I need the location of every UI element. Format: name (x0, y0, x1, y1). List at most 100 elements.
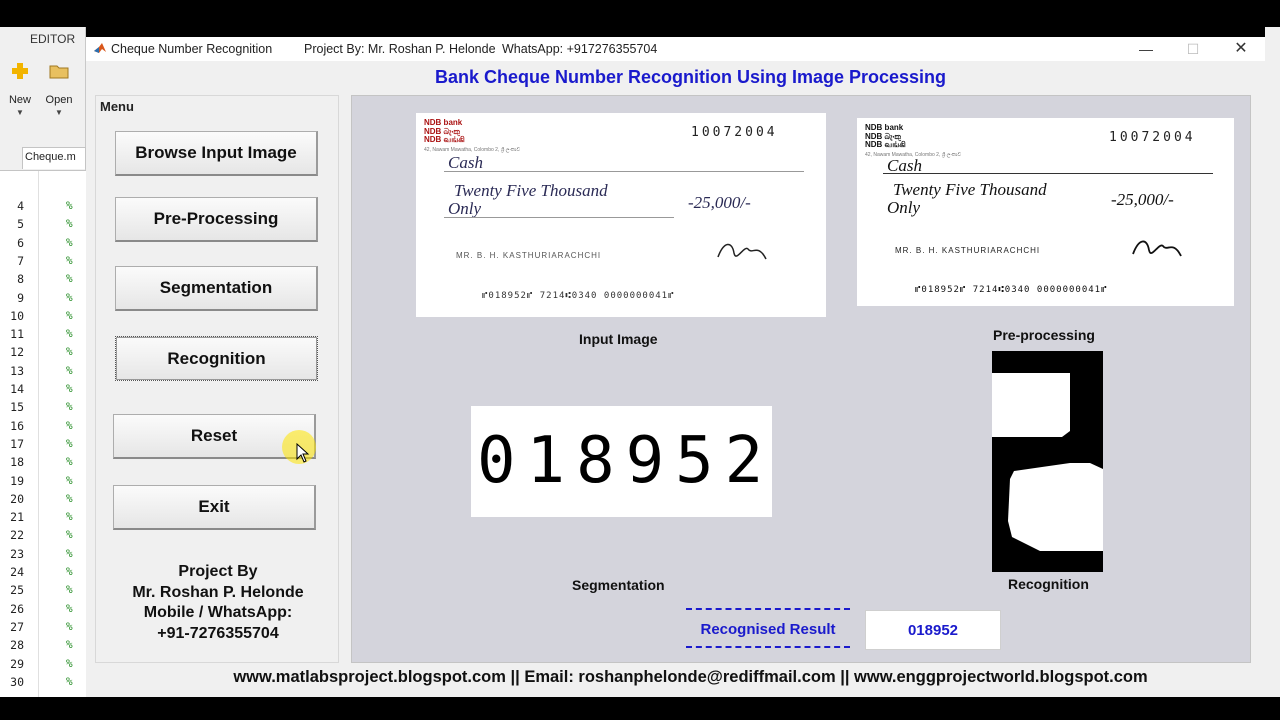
segmentation-button[interactable]: Segmentation (115, 266, 318, 311)
code-comment[interactable]: % (66, 638, 73, 651)
signature-image (717, 243, 767, 260)
chevron-down-icon: ▼ (16, 108, 24, 117)
gutter-divider (38, 171, 39, 697)
folder-icon (49, 65, 69, 79)
cheque-micr-line: ⑈018952⑈ 7214⑆0340 0000000041⑈ (482, 291, 675, 301)
code-comment[interactable]: % (66, 583, 73, 596)
recognition-button[interactable]: Recognition (115, 336, 318, 381)
cheque-amount: -25,000/- (688, 193, 751, 212)
line-number: 8 (17, 272, 24, 287)
line-number: 13 (10, 363, 24, 378)
line-number: 25 (10, 583, 24, 598)
line-number: 11 (10, 327, 24, 342)
new-label: New (8, 94, 31, 106)
code-comment[interactable]: % (66, 455, 73, 468)
cheque-account-name: MR. B. H. KASTHURIARACHCHI (895, 246, 1041, 255)
menu-title: Menu (100, 99, 134, 114)
code-comment[interactable]: % (66, 236, 73, 249)
code-comment[interactable]: % (66, 602, 73, 615)
code-comment[interactable]: % (66, 291, 73, 304)
line-number: 21 (10, 510, 24, 525)
code-comment[interactable]: % (66, 492, 73, 505)
cheque-date: 10072004 (1109, 130, 1196, 145)
code-comment[interactable]: % (66, 199, 73, 212)
screen: EDITOR New ▼ Open ▼ Cheque.m 4% 5% 6% 7% 8% 9… (0, 0, 1280, 720)
code-comment[interactable]: % (66, 675, 73, 688)
code-comment[interactable]: % (66, 345, 73, 358)
line-number: 16 (10, 418, 24, 433)
close-button[interactable]: ✕ (1226, 39, 1256, 59)
window-titlebar[interactable]: Cheque Number Recognition Project By: Mr… (86, 37, 1265, 61)
code-gutter: 4% 5% 6% 7% 8% 9% 10% 11% 12% 13% 14% 15% 16% 17% 18% 1… (0, 170, 86, 697)
credit-line: Mr. Roshan P. Helonde (132, 583, 304, 601)
line-number: 30 (10, 674, 24, 689)
code-comment[interactable]: % (66, 327, 73, 340)
code-comment[interactable]: % (66, 510, 73, 523)
preprocessing-caption: Pre-processing (993, 327, 1095, 343)
window-title: Cheque Number Recognition (111, 42, 273, 56)
cheque-micr-line: ⑈018952⑈ 7214⑆0340 0000000041⑈ (915, 285, 1108, 295)
code-comment[interactable]: % (66, 565, 73, 578)
code-comment[interactable]: % (66, 272, 73, 285)
code-comment[interactable]: % (66, 382, 73, 395)
line-number: 6 (17, 235, 24, 250)
figure-window: Cheque Number Recognition Project By: Mr… (86, 37, 1265, 697)
code-comment[interactable]: % (66, 474, 73, 487)
window-whatsapp: WhatsApp: +917276355704 (502, 42, 658, 56)
signature-image (1132, 240, 1182, 257)
line-number: 23 (10, 546, 24, 561)
line-number: 24 (10, 565, 24, 579)
code-comment[interactable]: % (66, 620, 73, 633)
bank-logo: NDB bank NDB බැංකු NDB வங்கி (865, 123, 906, 149)
new-button[interactable]: New ▼ (2, 62, 38, 117)
code-comment[interactable]: % (66, 657, 73, 670)
matlab-editor: EDITOR New ▼ Open ▼ Cheque.m 4% 5% 6% 7% 8% 9… (0, 27, 86, 697)
line-number: 9 (17, 290, 24, 305)
maximize-button[interactable]: ☐ (1178, 39, 1208, 59)
editor-file-tab[interactable]: Cheque.m (22, 147, 86, 169)
cheque-amount-words: Twenty Five Thousand (893, 180, 1047, 199)
matlab-logo-icon (94, 43, 106, 53)
window-project-by: Project By: Mr. Roshan P. Helonde (304, 42, 496, 56)
code-comment[interactable]: % (66, 217, 73, 230)
cheque-amount-words: Only (448, 199, 482, 218)
line-number: 17 (10, 436, 24, 451)
input-cheque-image: NDB bank NDB බැංකු NDB வங்கி 42, Nawam Maw… (416, 113, 826, 317)
code-comment[interactable]: % (66, 419, 73, 432)
line-number: 12 (10, 345, 24, 360)
code-comment[interactable]: % (66, 400, 73, 413)
bank-logo: NDB bank NDB බැංකු NDB வங்கி (424, 118, 465, 144)
minimize-button[interactable]: — (1131, 39, 1161, 59)
cheque-date: 10072004 (691, 125, 778, 140)
plus-icon (12, 63, 28, 79)
line-number: 5 (17, 217, 24, 232)
browse-input-image-button[interactable]: Browse Input Image (115, 131, 318, 176)
recognised-result-label: Recognised Result (686, 608, 850, 648)
open-button[interactable]: Open ▼ (41, 62, 77, 117)
right-scrollbar[interactable] (1265, 27, 1280, 697)
line-number: 26 (10, 601, 24, 616)
open-label: Open (45, 94, 73, 106)
cheque-amount: -25,000/- (1111, 190, 1174, 209)
line-number: 29 (10, 656, 24, 671)
line-number: 20 (10, 491, 24, 506)
project-credit: Project By Mr. Roshan P. Helonde Mobile … (96, 562, 340, 644)
editor-tab-title[interactable]: EDITOR (30, 32, 75, 46)
code-comment[interactable]: % (66, 364, 73, 377)
line-number: 18 (10, 455, 24, 470)
line-number: 10 (10, 308, 24, 323)
code-comment[interactable]: % (66, 547, 73, 560)
code-comment[interactable]: % (66, 437, 73, 450)
code-comment[interactable]: % (66, 254, 73, 267)
recognized-digit-shape (992, 373, 1103, 551)
pre-processing-button[interactable]: Pre-Processing (115, 197, 318, 242)
code-comment[interactable]: % (66, 528, 73, 541)
line-number: 4 (17, 199, 24, 213)
line-number: 22 (10, 528, 24, 543)
segmentation-caption: Segmentation (572, 577, 665, 593)
line-number: 14 (10, 382, 24, 396)
exit-button[interactable]: Exit (113, 485, 316, 530)
input-image-caption: Input Image (579, 331, 658, 347)
code-comment[interactable]: % (66, 309, 73, 322)
mouse-pointer-icon (296, 443, 310, 463)
